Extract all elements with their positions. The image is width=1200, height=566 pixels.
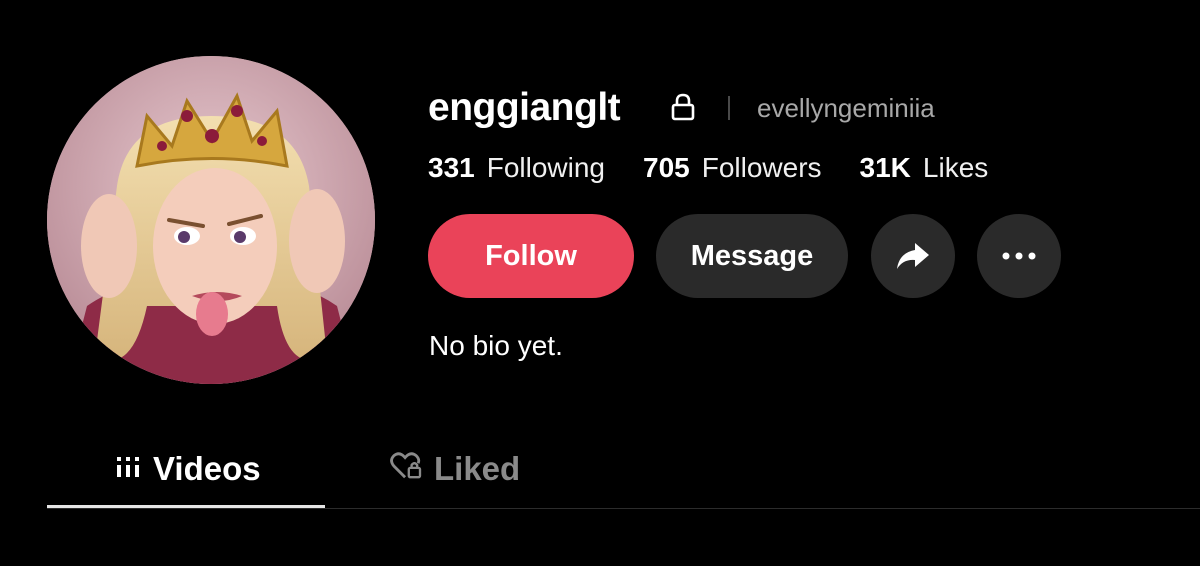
avatar-image: [47, 56, 375, 384]
stat-likes: 31K Likes: [860, 148, 989, 188]
active-tab-indicator: [47, 505, 325, 508]
share-button[interactable]: [871, 214, 955, 298]
tab-label: Liked: [434, 450, 521, 487]
tabs-divider: [47, 508, 1200, 509]
stat-following[interactable]: 331 Following: [428, 148, 605, 188]
more-options-button[interactable]: [977, 214, 1061, 298]
lock-icon: [670, 92, 696, 122]
stat-label: Followers: [701, 152, 822, 183]
grid-lines-icon: [115, 450, 141, 488]
tab-label: Videos: [153, 450, 261, 487]
stat-value: 31K: [859, 152, 911, 183]
stat-followers[interactable]: 705 Followers: [643, 148, 822, 188]
heart-lock-icon: [390, 450, 422, 488]
stat-label: Likes: [922, 152, 989, 183]
profile-username: enggianglt: [428, 86, 621, 129]
tab-liked[interactable]: Liked: [390, 444, 520, 494]
share-arrow-icon: [897, 243, 929, 269]
stat-value: 331: [428, 152, 475, 183]
profile-bio: No bio yet.: [429, 330, 563, 361]
message-button[interactable]: Message: [656, 214, 848, 298]
tab-videos[interactable]: Videos: [115, 444, 261, 494]
stat-label: Following: [486, 152, 605, 183]
profile-page: enggianglt evellyngeminiia 331 Following…: [0, 0, 1200, 566]
profile-stats: 331 Following 705 Followers 31K Likes: [428, 148, 1026, 188]
more-dots-icon: [1002, 252, 1036, 260]
follow-button[interactable]: Follow: [428, 214, 634, 298]
header-divider: [728, 96, 730, 120]
profile-nickname: evellyngeminiia: [757, 93, 935, 123]
profile-avatar[interactable]: [47, 56, 375, 384]
stat-value: 705: [643, 152, 690, 183]
